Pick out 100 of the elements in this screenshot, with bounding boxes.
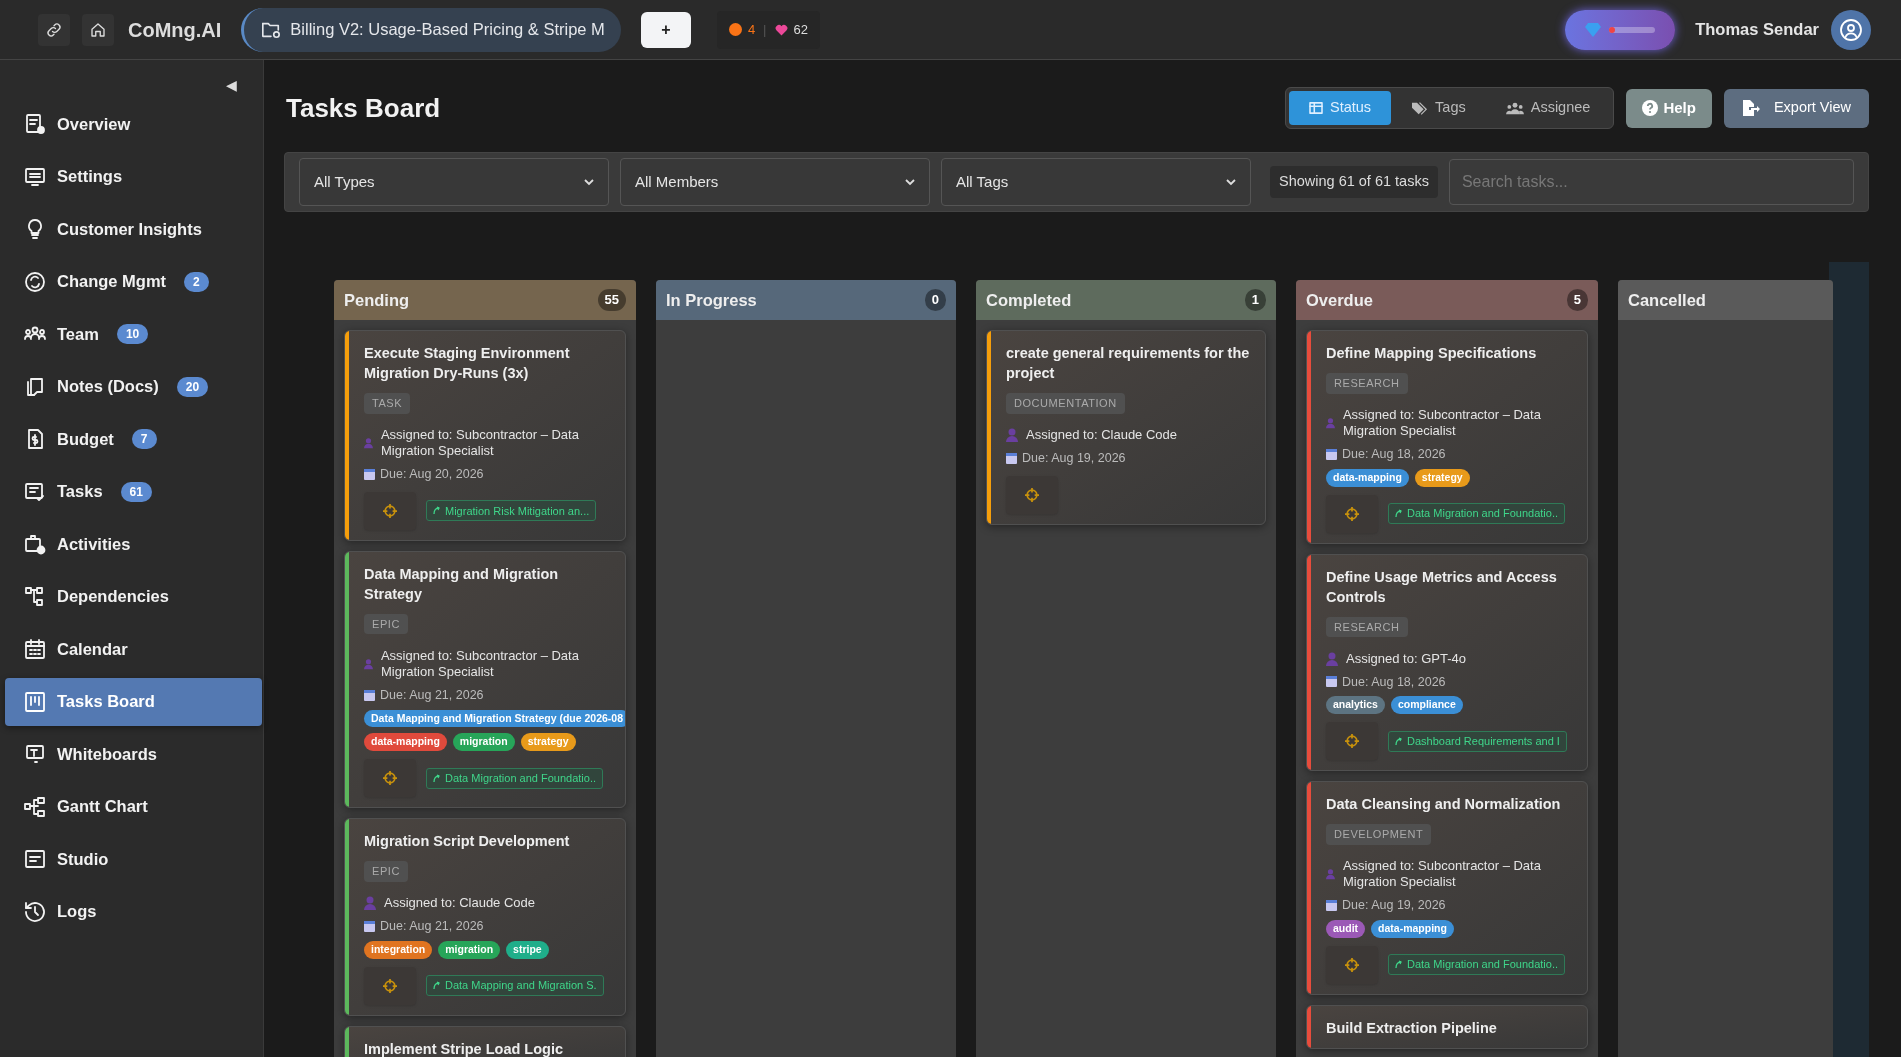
tag-label[interactable]: Data Mapping and Migration Strategy (due 2026-08 [364,709,625,728]
crosshair-icon [1345,957,1359,972]
add-button[interactable]: + [640,11,691,48]
diamond-icon [1585,22,1602,37]
count-badge: 7 [131,429,157,449]
card-title: Define Mapping Specifications [1326,344,1538,363]
target-button[interactable] [1006,475,1058,514]
count-badge: 10 [116,324,149,344]
sidebar-item[interactable]: Tasks 61 [5,467,262,516]
window-icon [23,847,47,871]
type-label: RESEARCH [1326,373,1408,394]
page-title: Tasks Board [286,91,441,125]
parent-task-link[interactable]: Dashboard Requirements and I [1388,730,1567,752]
help-icon [1642,100,1659,116]
credits-pill[interactable] [1565,9,1676,50]
card-title: Define Usage Metrics and Access Controls [1326,567,1558,607]
due-date: Due: Aug 20, 2026 [380,466,484,483]
tags-icon [1411,100,1429,116]
chevron-down-icon [1226,178,1236,186]
parent-task-link[interactable]: Data Migration and Foundatio.. [1388,503,1566,524]
sidebar-item[interactable]: Calendar [5,625,262,673]
history-icon [23,899,47,924]
target-button[interactable] [364,491,416,530]
type-label: EPIC [364,613,408,635]
parent-task-link[interactable]: Data Mapping and Migration S. [426,975,604,996]
home-button[interactable] [82,13,114,46]
view-tab[interactable]: Assignee [1485,91,1611,125]
type-label: RESEARCH [1326,616,1408,637]
sidebar-item[interactable]: Overview [5,100,262,148]
sidebar-item[interactable]: Logs [5,887,262,936]
column-title: Completed [986,289,1072,311]
person-icon [1326,416,1335,430]
target-button[interactable] [1326,722,1378,760]
sidebar-item[interactable]: Studio [5,835,262,883]
count-badge: 55 [597,289,626,311]
type-label: DOCUMENTATION [1006,393,1125,414]
export-button[interactable]: Export View [1723,88,1869,128]
card-title: create general requirements for the project [1006,344,1251,383]
sidebar-item[interactable]: Activities [5,520,262,568]
help-button[interactable]: Help [1626,88,1712,128]
type-label: EPIC [364,861,408,882]
target-button[interactable] [1326,945,1378,984]
sidebar-item[interactable]: Notes (Docs) 20 [5,362,262,411]
tag-label[interactable]: data-mapping [1371,919,1454,938]
parent-task-link[interactable]: Migration Risk Mitigation an... [426,500,597,522]
filter-dropdown[interactable]: All Types [299,158,609,206]
filter-dropdown[interactable]: All Tags [941,158,1251,206]
sidebar-item[interactable]: Settings [5,152,262,201]
calendar-icon [1326,448,1337,460]
user-icon [1839,17,1863,42]
assignee-text: Assigned to: GPT-4o [1346,650,1466,667]
target-button[interactable] [364,966,416,1005]
parent-task-link[interactable]: Data Migration and Foundatio.. [426,767,604,789]
crosshair-icon [383,771,397,785]
tag-label[interactable]: analytics [1326,696,1385,714]
target-button[interactable] [1326,494,1378,533]
tag-label[interactable]: audit [1326,919,1366,938]
tag-label[interactable]: compliance [1390,696,1463,714]
person-icon [1326,651,1338,666]
crosshair-icon [383,978,397,993]
sidebar-item[interactable]: Budget 7 [5,415,262,463]
crosshair-icon [1345,734,1359,748]
avatar-button[interactable] [1831,9,1871,50]
sidebar-item[interactable]: Customer Insights [5,205,262,253]
view-tab[interactable]: Tags [1391,91,1486,125]
arrow-icon [433,981,441,990]
calendar-icon [1326,676,1337,688]
sidebar-item[interactable]: Dependencies [5,572,262,621]
column-title: Cancelled [1628,289,1706,311]
parent-task-link[interactable]: Data Migration and Foundatio.. [1388,954,1566,975]
due-date: Due: Aug 18, 2026 [1342,673,1446,691]
sidebar-item[interactable]: Team 10 [5,310,262,358]
card-title: Migration Script Development [364,832,571,851]
calendar-icon [23,637,47,661]
due-date: Due: Aug 19, 2026 [1342,897,1446,914]
gantt-icon [23,794,47,819]
sidebar-item[interactable]: Gantt Chart [5,782,262,831]
person-icon [364,896,376,910]
project-selector[interactable]: Billing V2: Usage-Based Pricing & Stripe M [241,7,621,52]
document-clock-icon [23,112,47,136]
board-icon [23,689,47,714]
user-name: Thomas Sendar [1695,19,1819,41]
sidebar-item[interactable]: Whiteboards [5,730,262,778]
collapse-button[interactable]: ◀ [216,74,246,96]
type-label: DEVELOPMENT [1326,824,1432,845]
search-field[interactable]: Search tasks... [1448,159,1854,205]
due-date: Due: Aug 21, 2026 [380,918,484,935]
chevron-down-icon [584,178,594,186]
due-date: Due: Aug 21, 2026 [380,686,484,704]
arrow-icon [433,773,441,783]
sidebar-item[interactable]: Change Mgmt 2 [5,257,262,306]
tag-label[interactable]: data-mapping [1326,468,1409,487]
tag-label[interactable]: data-mapping [364,733,447,751]
target-button[interactable] [364,759,416,797]
brand-name: CoMng.AI [128,17,222,43]
filter-dropdown[interactable]: All Members [620,158,930,206]
sidebar-item[interactable]: Tasks Board [5,677,262,726]
stat-count: 4 [747,20,756,39]
calendar-icon [364,468,375,480]
link-button[interactable] [38,13,70,46]
